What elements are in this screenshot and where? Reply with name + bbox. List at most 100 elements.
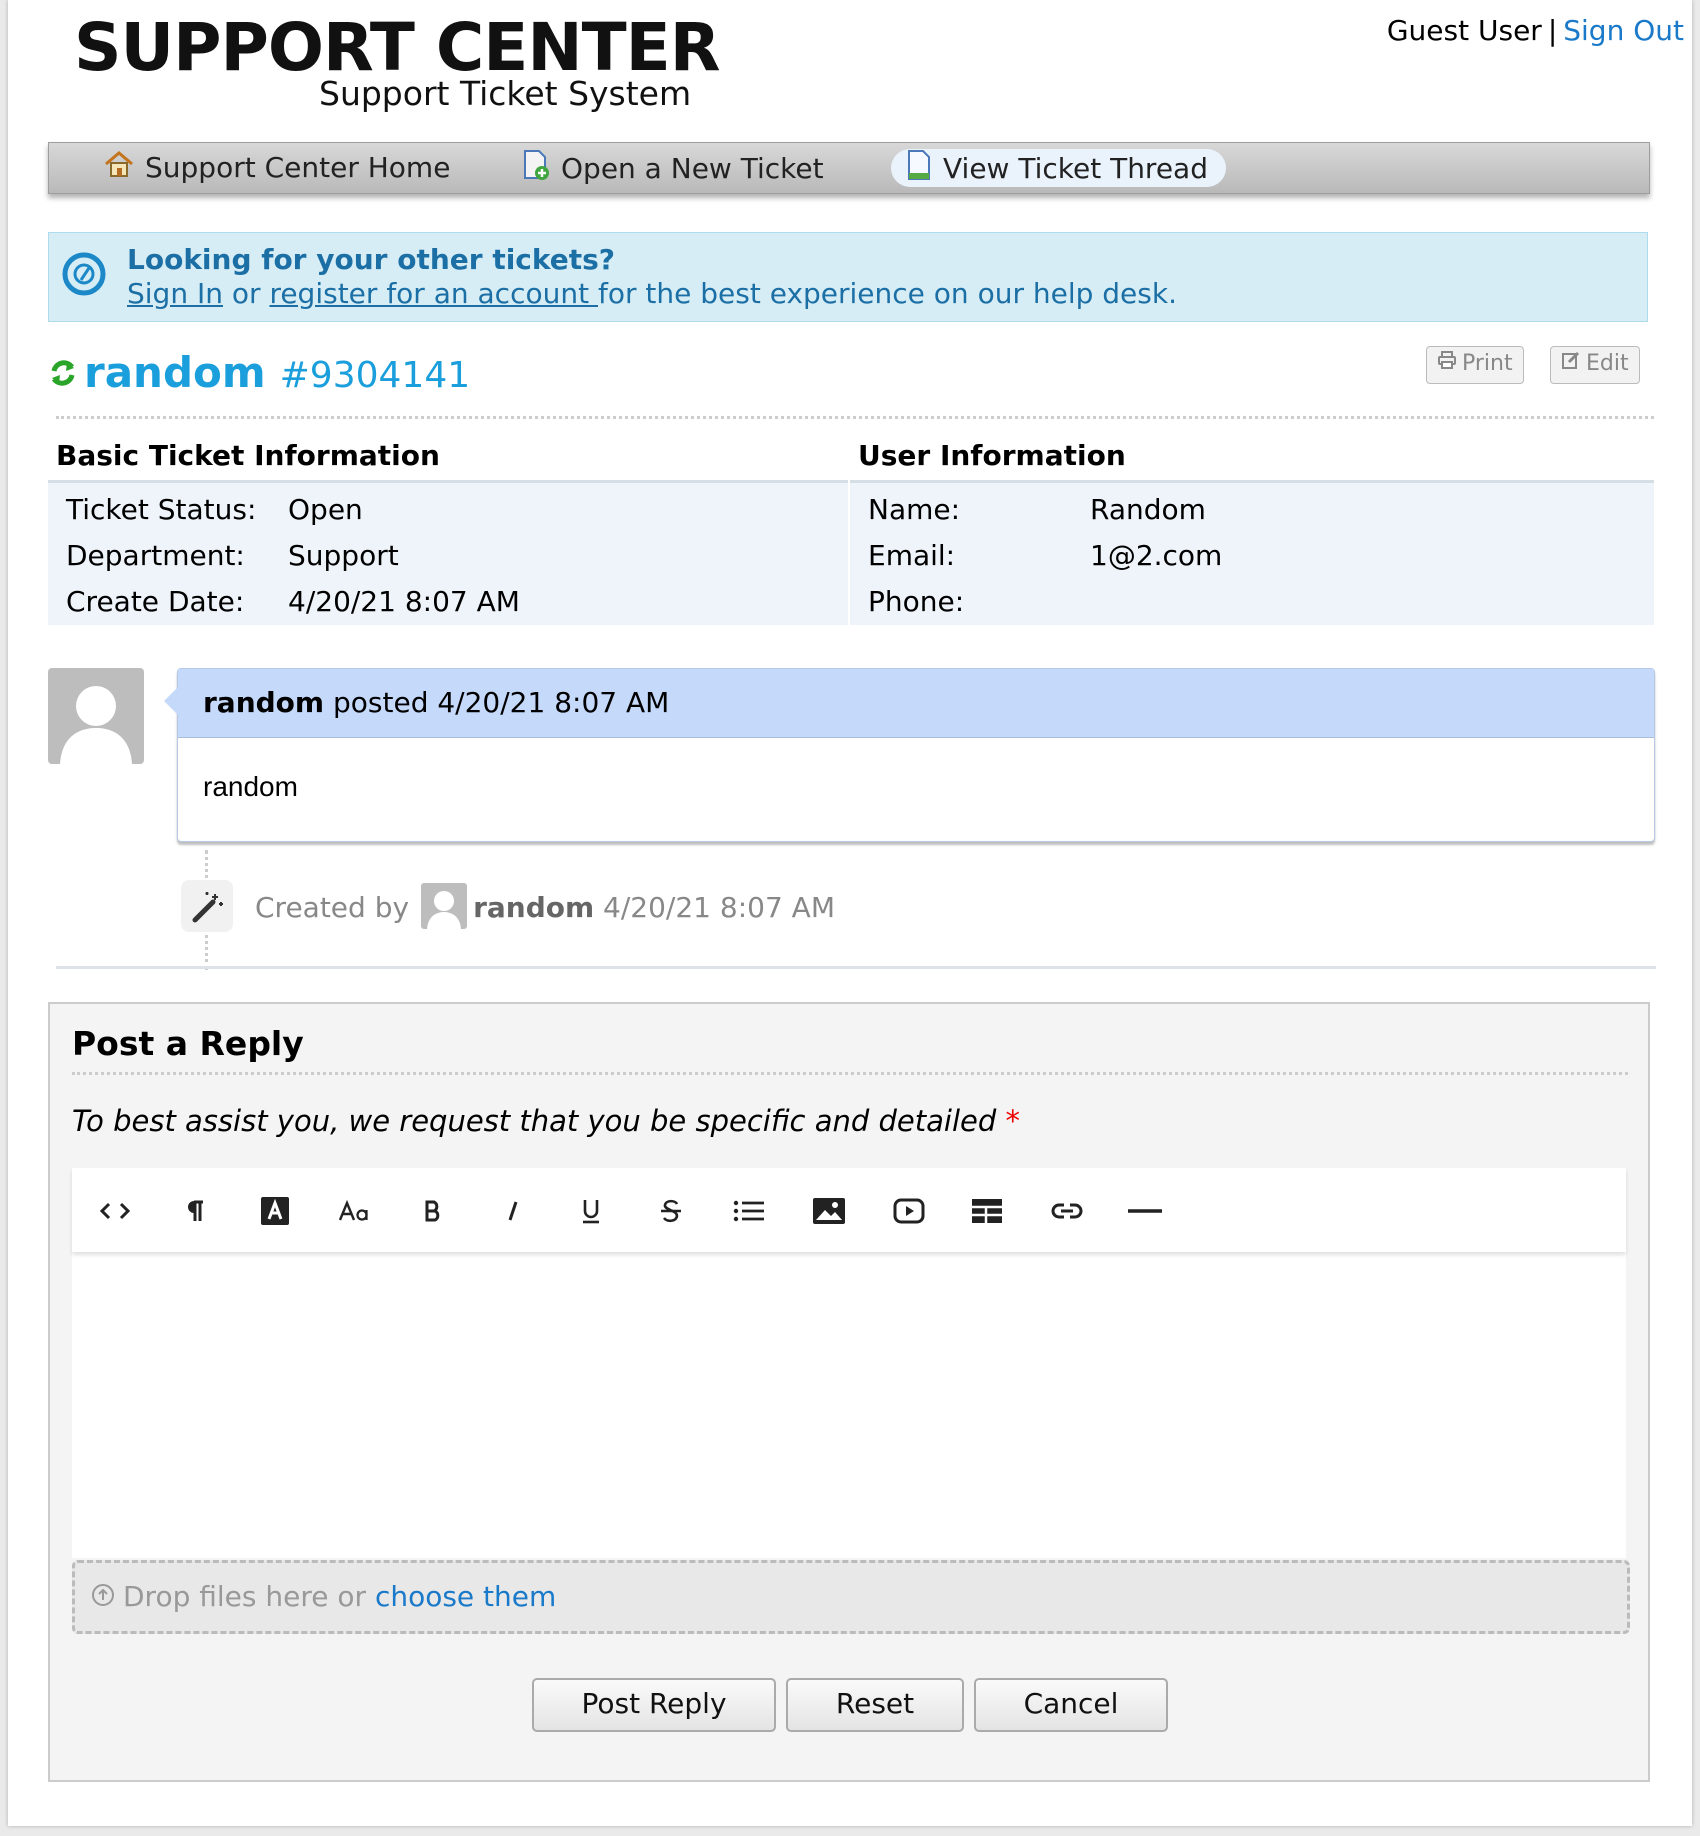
print-label: Print	[1462, 351, 1513, 376]
divider	[56, 966, 1656, 969]
nav-item-new-ticket[interactable]: Open a New Ticket	[507, 149, 842, 187]
bold-icon[interactable]	[410, 1188, 456, 1234]
message-header: random posted 4/20/21 8:07 AM	[178, 669, 1654, 738]
ticket-title: random #9304141	[48, 346, 470, 400]
horizontal-rule-icon[interactable]	[1122, 1188, 1168, 1234]
create-date-value: 4/20/21 8:07 AM	[288, 585, 520, 618]
home-icon	[103, 149, 135, 189]
insert-table-icon[interactable]	[964, 1188, 1010, 1234]
bullet-list-icon[interactable]	[726, 1188, 772, 1234]
new-ticket-icon	[521, 149, 551, 191]
choose-files-link[interactable]: choose them	[375, 1580, 556, 1613]
user-info-body: Name: Random Email: 1@2.com Phone:	[850, 483, 1654, 625]
user-info: User Information Name: Random Email: 1@2.c…	[850, 432, 1654, 625]
info-label: Ticket Status:	[66, 493, 257, 526]
nav-item-label: Open a New Ticket	[561, 152, 824, 185]
nav-item-label: View Ticket Thread	[943, 152, 1208, 185]
event-user: random	[473, 891, 595, 924]
insert-image-icon[interactable]	[806, 1188, 852, 1234]
thread-event: Created by random 4/20/21 8:07 AM	[177, 850, 1177, 970]
edit-icon	[1561, 347, 1581, 381]
info-row: Create Date: 4/20/21 8:07 AM	[48, 579, 848, 625]
created-by-label: Created by	[255, 891, 410, 924]
rich-text-editor[interactable]	[72, 1168, 1626, 1558]
notice-title: Looking for your other tickets?	[127, 243, 616, 276]
message-pointer	[164, 687, 178, 715]
info-row: Phone:	[850, 579, 1654, 625]
file-dropzone[interactable]: Drop files here or choose them	[72, 1560, 1630, 1634]
magic-wand-icon	[181, 880, 233, 932]
notice-or: or	[222, 277, 270, 310]
ticket-status-value: Open	[288, 493, 363, 526]
underline-icon[interactable]	[568, 1188, 614, 1234]
info-row: Email: 1@2.com	[850, 533, 1654, 579]
thread-message: random posted 4/20/21 8:07 AM random	[164, 668, 1655, 842]
post-reply-button[interactable]: Post Reply	[532, 1678, 776, 1732]
info-row: Department: Support	[48, 533, 848, 579]
print-icon	[1437, 347, 1457, 381]
divider	[72, 1072, 1628, 1075]
info-label: Email:	[868, 539, 956, 572]
user-name-value: Random	[1090, 493, 1206, 526]
post-reply-form: Post a Reply To best assist you, we requ…	[48, 1002, 1650, 1782]
print-button[interactable]: Print	[1426, 346, 1524, 384]
sign-in-notice: Looking for your other tickets? Sign In …	[48, 232, 1648, 322]
basic-info-body: Ticket Status: Open Department: Support Cr…	[48, 483, 848, 625]
register-link[interactable]: register for an account	[269, 277, 598, 310]
sign-out-link[interactable]: Sign Out	[1563, 14, 1684, 47]
info-row: Ticket Status: Open	[48, 487, 848, 533]
site-logo[interactable]: SUPPORT CENTER Support Ticket System	[74, 10, 721, 114]
reply-title: Post a Reply	[72, 1024, 304, 1063]
compass-icon	[61, 251, 107, 297]
insert-link-icon[interactable]	[1044, 1188, 1090, 1234]
basic-info-heading: Basic Ticket Information	[48, 432, 848, 483]
cancel-button[interactable]: Cancel	[974, 1678, 1168, 1732]
paragraph-format-icon[interactable]	[172, 1188, 218, 1234]
notice-text: Sign In or register for an account for t…	[127, 277, 1177, 310]
page: SUPPORT CENTER Support Ticket System Gue…	[8, 0, 1692, 1826]
avatar	[48, 668, 144, 764]
notice-rest: for the best experience on our help desk…	[597, 277, 1177, 310]
info-label: Name:	[868, 493, 961, 526]
main-nav: Support Center Home Open a New Ticket Vi…	[48, 142, 1650, 194]
ticket-number[interactable]: #9304141	[280, 355, 471, 396]
logo-subtitle: Support Ticket System	[319, 74, 692, 113]
dropzone-text: Drop files here or	[123, 1580, 375, 1613]
reset-button[interactable]: Reset	[786, 1678, 964, 1732]
divider	[56, 416, 1654, 419]
reply-instruction: To best assist you, we request that you …	[72, 1104, 1020, 1138]
message-body: random	[203, 771, 298, 802]
required-mark: *	[1005, 1104, 1020, 1138]
strikethrough-icon[interactable]	[648, 1188, 694, 1234]
email-value: 1@2.com	[1090, 539, 1223, 572]
upload-icon	[91, 1564, 115, 1632]
ticket-thread-icon	[905, 149, 933, 191]
refresh-icon[interactable]	[48, 356, 78, 410]
instruction-text: To best assist you, we request that you …	[72, 1104, 997, 1138]
font-size-icon[interactable]	[332, 1188, 378, 1234]
sign-in-link[interactable]: Sign In	[127, 277, 223, 310]
user-name: Guest User	[1386, 14, 1542, 47]
basic-ticket-info: Basic Ticket Information Ticket Status: O…	[48, 432, 848, 625]
user-bar-separator: |	[1547, 14, 1558, 47]
event-text: Created by random 4/20/21 8:07 AM	[255, 883, 835, 932]
editor-content-area[interactable]	[72, 1252, 1626, 1558]
department-value: Support	[288, 539, 399, 572]
nav-item-view-thread[interactable]: View Ticket Thread	[891, 149, 1226, 187]
user-info-heading: User Information	[850, 432, 1654, 483]
info-label: Create Date:	[66, 585, 245, 618]
nav-item-home[interactable]: Support Center Home	[89, 149, 468, 187]
user-bar: Guest User | Sign Out	[1387, 14, 1684, 47]
info-label: Phone:	[868, 585, 965, 618]
message-posted-time: posted 4/20/21 8:07 AM	[324, 686, 670, 719]
message-author: random	[203, 686, 325, 719]
nav-item-label: Support Center Home	[145, 151, 451, 184]
insert-video-icon[interactable]	[886, 1188, 932, 1234]
edit-button[interactable]: Edit	[1550, 346, 1640, 384]
code-view-icon[interactable]	[92, 1188, 138, 1234]
italic-icon[interactable]	[490, 1188, 536, 1234]
font-color-icon[interactable]	[252, 1188, 298, 1234]
event-time: 4/20/21 8:07 AM	[594, 891, 835, 924]
avatar	[421, 883, 468, 929]
info-row: Name: Random	[850, 487, 1654, 533]
